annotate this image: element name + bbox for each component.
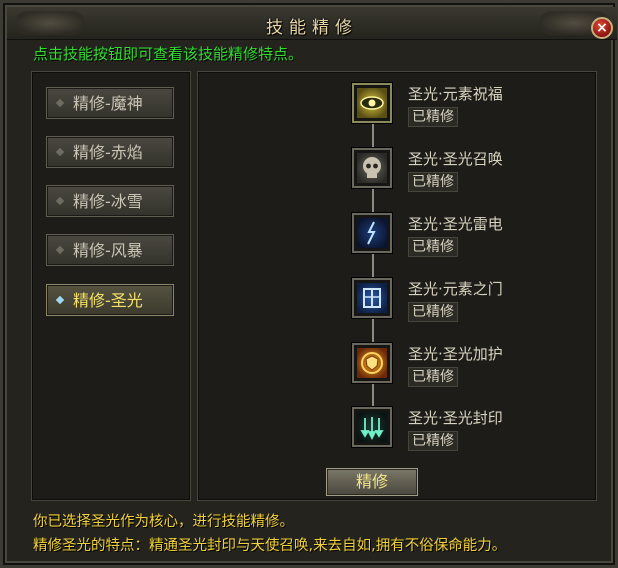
tab-panel: 精修-魔神 精修-赤焰 精修-冰雪 精修-风暴 精修-圣光 bbox=[31, 71, 191, 501]
tab-chi-yan[interactable]: 精修-赤焰 bbox=[46, 136, 174, 168]
skill-button-2[interactable] bbox=[352, 148, 392, 188]
title-bar: 技能精修 × bbox=[7, 7, 617, 40]
skill-button-3[interactable] bbox=[352, 213, 392, 253]
skill-refine-window: 技能精修 × 点击技能按钮即可查看该技能精修特点。 精修-魔神 精修-赤焰 精修… bbox=[0, 0, 618, 568]
gate-icon bbox=[357, 283, 387, 313]
tab-sheng-guang[interactable]: 精修-圣光 bbox=[46, 284, 174, 316]
skill-name: 圣光·圣光封印 bbox=[408, 409, 503, 427]
tab-mo-shen[interactable]: 精修-魔神 bbox=[46, 87, 174, 119]
skill-button-4[interactable] bbox=[352, 278, 392, 318]
tab-label: 精修-冰雪 bbox=[73, 192, 143, 211]
tab-label: 精修-风暴 bbox=[73, 241, 143, 260]
diamond-bullet-icon bbox=[55, 245, 65, 255]
skill-status: 已精修 bbox=[408, 431, 458, 451]
hint-text: 点击技能按钮即可查看该技能精修特点。 bbox=[33, 45, 304, 63]
skill-name: 圣光·元素之门 bbox=[408, 280, 503, 298]
skill-status: 已精修 bbox=[408, 172, 458, 192]
tab-label: 精修-魔神 bbox=[73, 94, 143, 113]
skill-tree-panel bbox=[197, 71, 597, 501]
refine-button[interactable]: 精修 bbox=[326, 468, 418, 496]
core-selection-text: 你已选择圣光作为核心，进行技能精修。 bbox=[33, 514, 294, 530]
skill-status: 已精修 bbox=[408, 367, 458, 387]
tab-label: 精修-圣光 bbox=[73, 291, 143, 310]
window-title: 技能精修 bbox=[266, 18, 358, 38]
refine-feature-text: 精修圣光的特点：精通圣光封印与天使召唤,来去自如,拥有不俗保命能力。 bbox=[33, 538, 507, 554]
close-button[interactable]: × bbox=[591, 17, 613, 39]
tab-feng-bao[interactable]: 精修-风暴 bbox=[46, 234, 174, 266]
skill-button-6[interactable] bbox=[352, 407, 392, 447]
diamond-bullet-icon bbox=[55, 196, 65, 206]
diamond-bullet-icon bbox=[55, 98, 65, 108]
skill-button-5[interactable] bbox=[352, 343, 392, 383]
skill-button-1[interactable] bbox=[352, 83, 392, 123]
diamond-bullet-icon bbox=[55, 295, 65, 305]
skill-name: 圣光·圣光加护 bbox=[408, 345, 503, 363]
shield-sun-icon bbox=[357, 348, 387, 378]
diamond-bullet-icon bbox=[55, 147, 65, 157]
skill-status: 已精修 bbox=[408, 302, 458, 322]
skull-icon bbox=[357, 153, 387, 183]
skill-status: 已精修 bbox=[408, 237, 458, 257]
tab-label: 精修-赤焰 bbox=[73, 143, 143, 162]
eye-icon bbox=[357, 88, 387, 118]
lightning-icon bbox=[357, 218, 387, 248]
skill-status: 已精修 bbox=[408, 107, 458, 127]
tab-bing-xue[interactable]: 精修-冰雪 bbox=[46, 185, 174, 217]
skill-name: 圣光·元素祝福 bbox=[408, 85, 503, 103]
skill-name: 圣光·圣光雷电 bbox=[408, 215, 503, 233]
arrows-down-icon bbox=[357, 412, 387, 442]
skill-name: 圣光·圣光召唤 bbox=[408, 150, 503, 168]
